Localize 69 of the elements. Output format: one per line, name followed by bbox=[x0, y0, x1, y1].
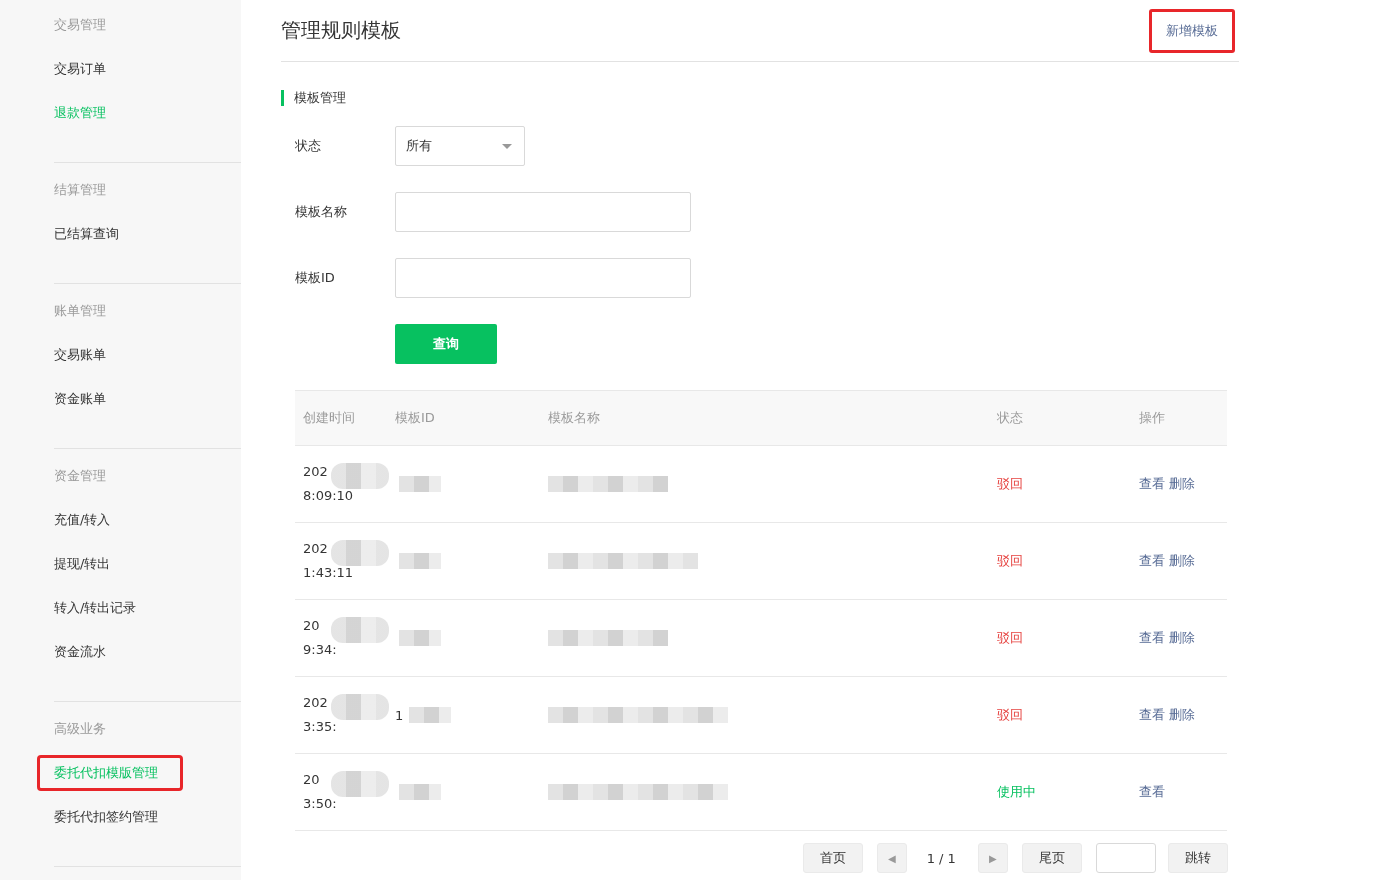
page-indicator: 1 / 1 bbox=[926, 850, 956, 866]
field-label: 模板名称 bbox=[295, 203, 348, 221]
column-header: 模板ID bbox=[395, 409, 436, 427]
action-link[interactable]: 查看 bbox=[1139, 553, 1165, 568]
redaction-mark bbox=[399, 630, 441, 646]
redaction-mark bbox=[399, 784, 441, 800]
table-cell-text: 3:35: bbox=[303, 718, 337, 736]
table-cell-text: 8:09:10 bbox=[303, 487, 354, 505]
status-text: 驳回 bbox=[997, 707, 1023, 722]
redaction-mark bbox=[331, 463, 389, 489]
sidebar-group-title: 高级业务 bbox=[54, 720, 106, 738]
table-cell-text: 1:43:11 bbox=[303, 564, 354, 582]
column-header: 创建时间 bbox=[302, 409, 356, 427]
sidebar-item[interactable]: 交易订单 bbox=[54, 58, 106, 80]
table-cell: 1 bbox=[395, 707, 404, 723]
redaction-mark bbox=[331, 540, 389, 566]
redaction-mark bbox=[331, 694, 389, 720]
action-link[interactable]: 删除 bbox=[1169, 630, 1195, 645]
status-text: 使用中 bbox=[997, 784, 1036, 799]
sidebar-group-title: 资金管理 bbox=[54, 467, 106, 485]
sidebar-group-title: 账单管理 bbox=[54, 302, 106, 320]
action-link[interactable]: 查看 bbox=[1139, 630, 1165, 645]
action-link[interactable]: 删除 bbox=[1169, 707, 1195, 722]
status-text: 驳回 bbox=[997, 476, 1023, 491]
input-field[interactable] bbox=[395, 258, 691, 298]
redaction-mark bbox=[331, 771, 389, 797]
sidebar-group-title: 结算管理 bbox=[54, 181, 106, 199]
first-page-button[interactable]: 首页 bbox=[803, 843, 863, 873]
table-cell-text: 9:34: bbox=[303, 641, 337, 659]
column-header: 操作 bbox=[1139, 409, 1166, 427]
table-cell-text: 202 bbox=[303, 463, 328, 481]
sidebar-item[interactable]: 提现/转出 bbox=[54, 553, 111, 575]
redaction-mark bbox=[399, 553, 441, 569]
sidebar-item[interactable]: 交易账单 bbox=[54, 344, 106, 366]
action-link[interactable]: 查看 bbox=[1139, 784, 1165, 799]
input-field[interactable] bbox=[395, 192, 691, 232]
action-link[interactable]: 查看 bbox=[1139, 707, 1165, 722]
table-cell-text: 202 bbox=[303, 540, 328, 558]
section-title: 模板管理 bbox=[281, 90, 346, 106]
field-label: 模板ID bbox=[295, 269, 336, 287]
page-input[interactable] bbox=[1095, 843, 1156, 873]
column-header: 状态 bbox=[997, 409, 1024, 427]
column-header: 模板名称 bbox=[548, 409, 601, 427]
action-link[interactable]: 删除 bbox=[1169, 476, 1195, 491]
last-page-button[interactable]: 尾页 bbox=[1021, 843, 1082, 873]
table-cell-text: 20 bbox=[303, 617, 320, 635]
page-title: 管理规则模板 bbox=[281, 17, 401, 44]
redaction-mark bbox=[399, 476, 441, 492]
sidebar-item[interactable]: 已结算查询 bbox=[54, 223, 119, 245]
action-link[interactable]: 查看 bbox=[1139, 476, 1165, 491]
status-select[interactable]: 所有 bbox=[395, 126, 525, 166]
status-text: 驳回 bbox=[997, 553, 1023, 568]
sidebar-item[interactable]: 转入/转出记录 bbox=[54, 597, 137, 619]
sidebar-item[interactable]: 资金流水 bbox=[54, 641, 106, 663]
sidebar-item[interactable]: 委托代扣签约管理 bbox=[54, 806, 158, 828]
action-link[interactable]: 删除 bbox=[1169, 553, 1195, 568]
jump-button[interactable]: 跳转 bbox=[1167, 843, 1228, 873]
table-cell-text: 20 bbox=[303, 771, 320, 789]
caret-icon bbox=[502, 143, 512, 149]
table-cell-text: 202 bbox=[303, 694, 328, 712]
redaction-mark bbox=[409, 707, 452, 723]
field-label: 状态 bbox=[295, 137, 322, 155]
sidebar-item[interactable]: 充值/转入 bbox=[54, 509, 111, 531]
sidebar-item[interactable]: 资金账单 bbox=[54, 388, 106, 410]
status-text: 驳回 bbox=[997, 630, 1023, 645]
add-template-link[interactable]: 新增模板 bbox=[1149, 8, 1235, 53]
table-cell-text: 3:50: bbox=[303, 795, 337, 813]
sidebar-group-title: 交易管理 bbox=[54, 16, 106, 34]
redaction-mark bbox=[331, 617, 389, 643]
